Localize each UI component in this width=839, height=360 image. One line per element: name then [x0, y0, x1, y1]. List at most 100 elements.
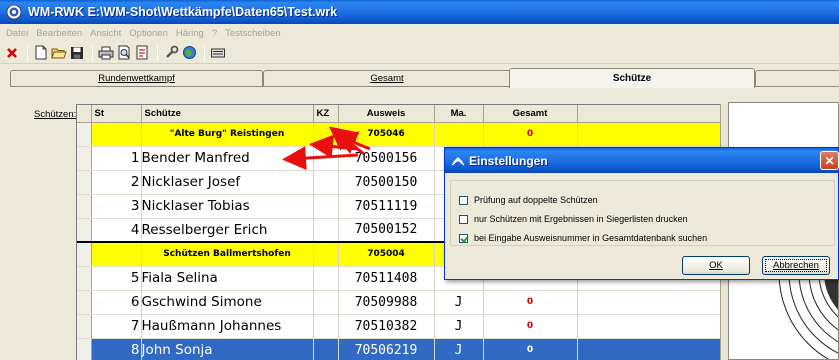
printer-list-icon[interactable]: [210, 45, 226, 61]
column-header-empty: [577, 105, 720, 123]
cell-schuetze[interactable]: John Sonja: [141, 338, 314, 360]
save-disk-icon[interactable]: [69, 45, 85, 61]
cell-kz[interactable]: [313, 290, 339, 315]
column-header-kz[interactable]: KZ: [313, 105, 339, 123]
dialog-close-button[interactable]: ✕: [820, 151, 839, 170]
row-selector[interactable]: [77, 218, 92, 243]
table-row[interactable]: 7 Haußmann Johannes 70510382 J 0: [77, 314, 720, 339]
option-search-database[interactable]: bei Eingabe Ausweisnummer in Gesamtdaten…: [459, 233, 707, 243]
cell-schuetze[interactable]: Haußmann Johannes: [141, 314, 314, 339]
column-header-gesamt[interactable]: Gesamt: [483, 105, 578, 123]
cell-ma[interactable]: J: [434, 338, 484, 360]
report-icon[interactable]: [134, 45, 150, 61]
cell-st: 4: [91, 218, 142, 243]
cell-kz[interactable]: [313, 266, 339, 291]
menu-bearbeiten[interactable]: Bearbeiten: [32, 28, 86, 39]
cell-schuetze[interactable]: Nicklaser Josef: [141, 170, 314, 195]
menu-ansicht[interactable]: Ansicht: [86, 28, 125, 39]
row-selector[interactable]: [77, 194, 92, 219]
cell-ausweis[interactable]: 70510382: [338, 314, 435, 339]
cell-empty: [577, 122, 720, 147]
cell-kz[interactable]: [313, 314, 339, 339]
cancel-button[interactable]: Abbrechen: [762, 256, 830, 275]
cell-kz[interactable]: [313, 218, 339, 243]
option-duplicate-check[interactable]: Prüfung auf doppelte Schützen: [459, 195, 598, 205]
cell-empty: [577, 314, 720, 339]
ok-button[interactable]: OK: [682, 256, 750, 275]
menu-testscheiben[interactable]: Testscheiben: [221, 28, 284, 39]
settings-dialog[interactable]: Einstellungen ✕ Prüfung auf doppelte Sch…: [444, 147, 839, 280]
option-label: nur Schützen mit Ergebnissen in Siegerli…: [474, 214, 688, 224]
row-selector[interactable]: [77, 314, 92, 339]
cell-kz[interactable]: [313, 194, 339, 219]
table-row-selected[interactable]: 8 John Sonja 70506219 J 0: [77, 338, 720, 360]
cell-st: [91, 241, 142, 267]
tab-rundenwettkampf[interactable]: Rundenwettkampf: [10, 70, 263, 87]
print-icon[interactable]: [98, 45, 114, 61]
cancel-label: Abbrechen: [773, 260, 819, 271]
cell-st: 6: [91, 290, 142, 315]
cell-kz[interactable]: [313, 146, 339, 171]
column-header-ma[interactable]: Ma.: [434, 105, 484, 123]
dialog-app-icon: [451, 156, 465, 165]
row-selector-header: [77, 105, 92, 123]
row-selector[interactable]: [77, 241, 92, 267]
table-row[interactable]: 6 Gschwind Simone 70509988 J 0: [77, 290, 720, 315]
cell-ausweis[interactable]: 70506219: [338, 338, 435, 360]
row-selector[interactable]: [77, 338, 92, 360]
cell-club-name[interactable]: Schützen Ballmertshofen: [141, 241, 314, 267]
cell-ma[interactable]: J: [434, 290, 484, 315]
cell-ausweis[interactable]: 705046: [338, 122, 435, 147]
cell-ma[interactable]: J: [434, 314, 484, 339]
cell-schuetze[interactable]: Nicklaser Tobias: [141, 194, 314, 219]
cell-ma: [434, 122, 484, 147]
cell-schuetze[interactable]: Bender Manfred: [141, 146, 314, 171]
column-header-st[interactable]: St: [91, 105, 142, 123]
cell-kz[interactable]: [313, 338, 339, 360]
window-titlebar[interactable]: WM-RWK E:\WM-Shot\Wettkämpfe\Daten65\Tes…: [0, 0, 839, 24]
close-icon[interactable]: [4, 45, 20, 61]
print-preview-icon[interactable]: [116, 45, 132, 61]
tab-gesamt[interactable]: Gesamt: [263, 70, 511, 87]
app-icon: [6, 4, 22, 20]
row-selector[interactable]: [77, 122, 92, 147]
dialog-titlebar[interactable]: Einstellungen ✕: [445, 148, 839, 173]
column-header-schuetze[interactable]: Schütze: [141, 105, 314, 123]
cell-ausweis[interactable]: 705004: [338, 241, 435, 267]
cell-schuetze[interactable]: Gschwind Simone: [141, 290, 314, 315]
menu-datei[interactable]: Datei: [2, 28, 32, 39]
cell-schuetze[interactable]: Resselberger Erich: [141, 218, 314, 243]
wrench-icon[interactable]: [163, 45, 179, 61]
cell-st: 2: [91, 170, 142, 195]
menu-optionen[interactable]: Optionen: [125, 28, 172, 39]
checkbox-print-results[interactable]: [459, 214, 468, 224]
row-selector[interactable]: [77, 266, 92, 291]
cell-schuetze[interactable]: Fiala Selina: [141, 266, 314, 291]
row-selector[interactable]: [77, 170, 92, 195]
cell-club-name[interactable]: "Alte Burg" Reistingen: [141, 122, 314, 147]
menubar: Datei Bearbeiten Ansicht Optionen Häring…: [0, 24, 839, 42]
cell-ausweis[interactable]: 70509988: [338, 290, 435, 315]
menu-haering[interactable]: Häring: [172, 28, 208, 39]
option-print-results[interactable]: nur Schützen mit Ergebnissen in Siegerli…: [459, 214, 688, 224]
row-selector[interactable]: [77, 146, 92, 171]
menu-help[interactable]: ?: [208, 28, 221, 39]
cell-ausweis[interactable]: 70500150: [338, 170, 435, 195]
tab-extra[interactable]: [755, 70, 839, 87]
new-file-icon[interactable]: [33, 45, 49, 61]
cell-kz[interactable]: [313, 170, 339, 195]
row-selector[interactable]: [77, 290, 92, 315]
checkbox-search-database[interactable]: [459, 233, 468, 243]
checkbox-duplicate[interactable]: [459, 195, 468, 205]
globe-icon[interactable]: [181, 45, 197, 61]
cell-kz: [313, 122, 339, 147]
cell-ausweis[interactable]: 70500152: [338, 218, 435, 243]
window-title: WM-RWK E:\WM-Shot\Wettkämpfe\Daten65\Tes…: [28, 5, 338, 19]
cell-ausweis[interactable]: 70511119: [338, 194, 435, 219]
cell-ausweis[interactable]: 70511408: [338, 266, 435, 291]
cell-ausweis[interactable]: 70500156: [338, 146, 435, 171]
tab-schuetze[interactable]: Schütze: [509, 68, 755, 88]
club-row[interactable]: "Alte Burg" Reistingen 705046 0: [77, 122, 720, 147]
column-header-ausweis[interactable]: Ausweis: [338, 105, 435, 123]
open-folder-icon[interactable]: [51, 45, 67, 61]
